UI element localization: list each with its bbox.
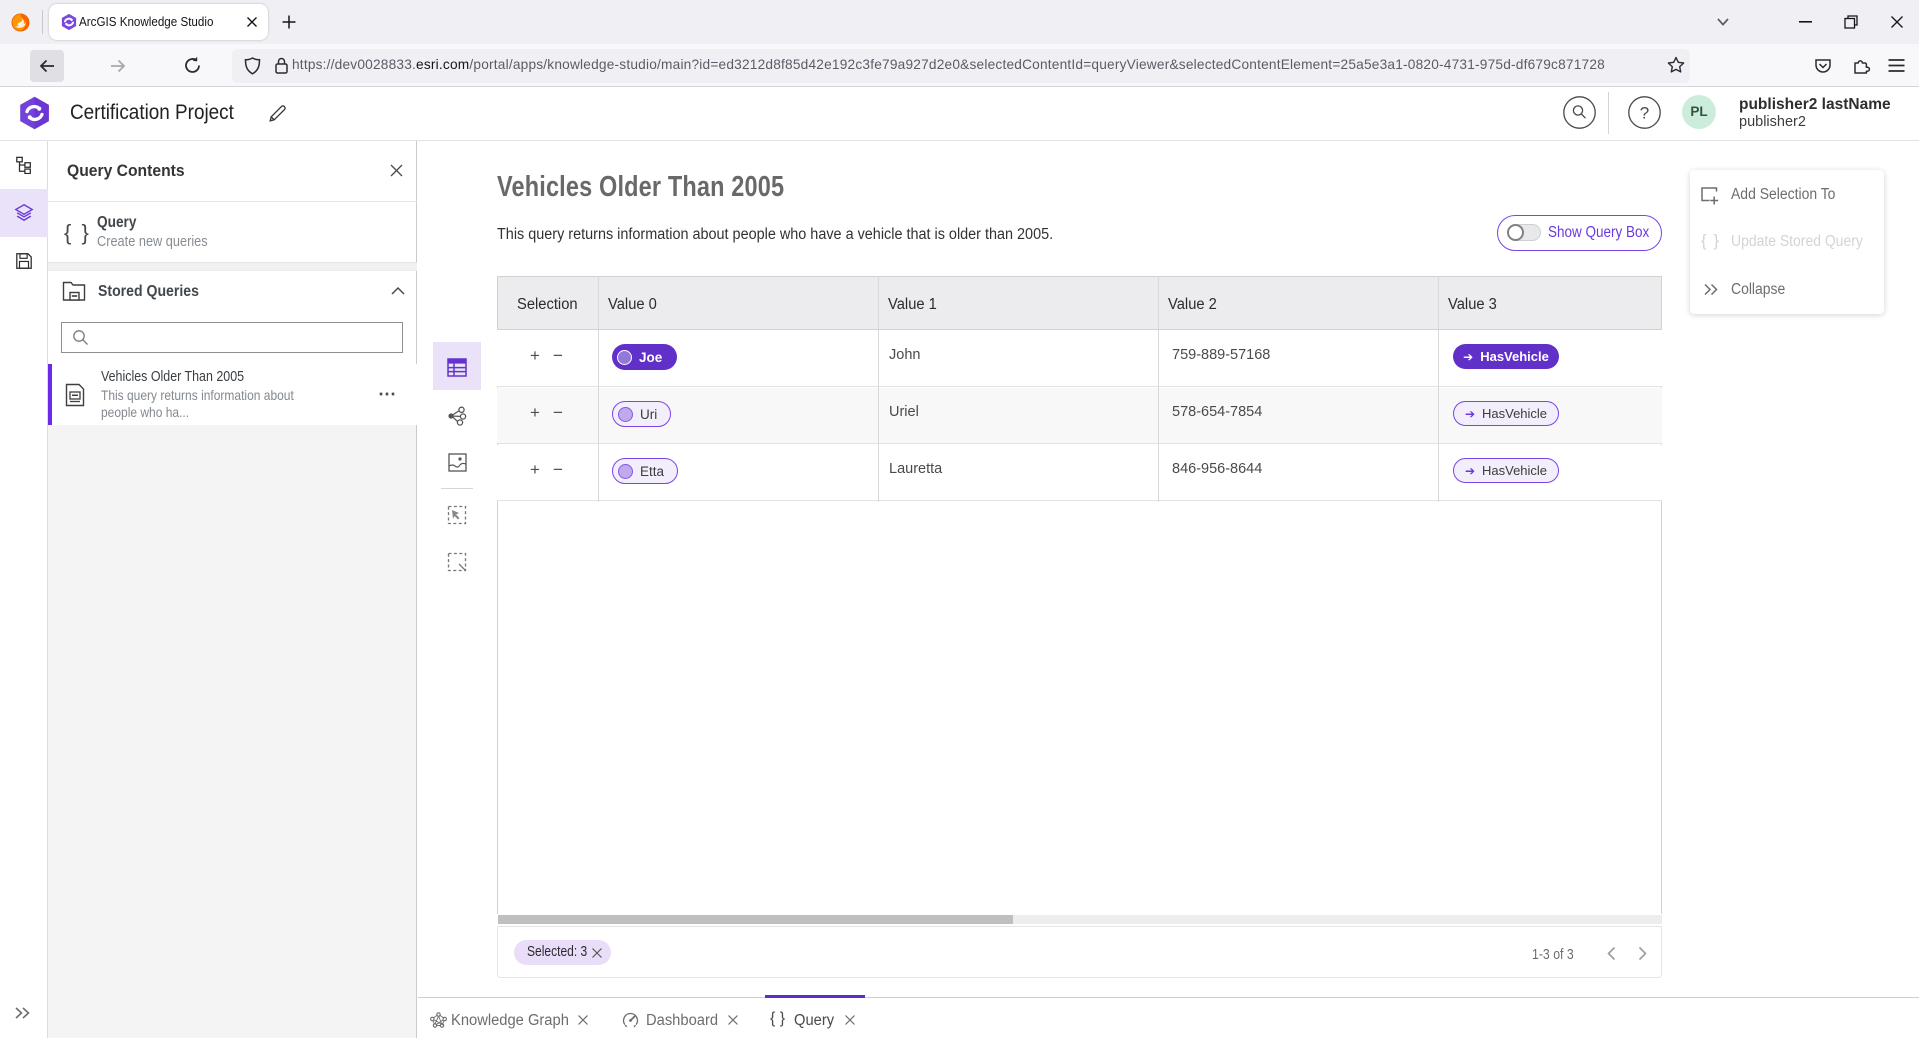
svg-text:?: ?	[1640, 104, 1649, 123]
